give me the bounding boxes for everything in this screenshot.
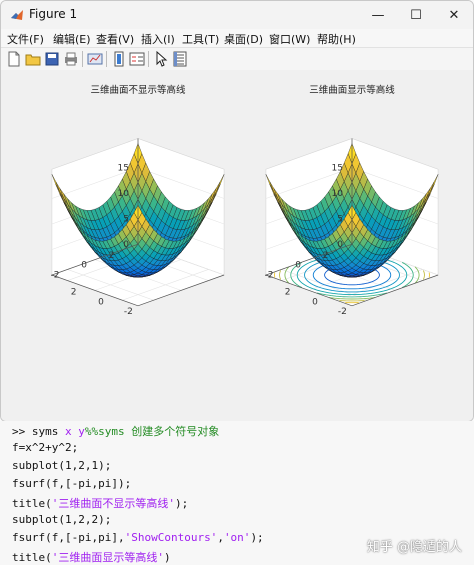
command-window: >> syms x y%%syms 创建多个符号对象 f=x^2+y^2; su…	[0, 421, 474, 565]
code-line-6: subplot(1,2,2);	[12, 513, 112, 526]
title-bar: Figure 1 — ☐ ✕	[1, 1, 473, 29]
left-plot-z-tick-label: 10	[118, 189, 130, 199]
left-plot-y-tick-label: 2	[109, 251, 115, 261]
minimize-button[interactable]: —	[359, 1, 397, 29]
left-plot-title: 三维曲面不显示等高线	[90, 84, 186, 96]
new-figure-icon[interactable]	[6, 51, 22, 67]
figure-canvas: 三维曲面不显示等高线 15 10 5 0 2 0 -2 -2 0 2 三维曲面显示等高线 15 10 5 0 2…	[1, 70, 473, 421]
left-plot-x-tick-label: 2	[71, 288, 77, 298]
left-plot-z-tick-label: 15	[118, 164, 129, 174]
close-button[interactable]: ✕	[435, 1, 473, 29]
code-line-7: fsurf(f,[-pi,pi],'ShowContours','on');	[12, 531, 264, 544]
minimize-icon: —	[371, 7, 385, 23]
figure-window: Figure 1 — ☐ ✕ 文件(F) 编辑(E) 查看(V) 插入(I) 工…	[0, 0, 474, 422]
right-plot-y-tick-label: 2	[323, 251, 329, 261]
menu-insert[interactable]: 插入(I)	[141, 31, 175, 47]
left-plot-y-tick-label: -2	[51, 270, 60, 280]
code-line-1: >> syms x y%%syms 创建多个符号对象	[12, 425, 220, 438]
right-plot-z-tick-label: 10	[332, 189, 344, 199]
left-plot-axes	[50, 138, 225, 307]
menu-desktop[interactable]: 桌面(D)	[224, 31, 263, 47]
menu-file[interactable]: 文件(F)	[7, 31, 44, 47]
right-plot-axes	[264, 138, 439, 307]
insert-colorbar-icon[interactable]	[111, 51, 127, 67]
open-file-icon[interactable]	[25, 51, 41, 67]
toolbar	[1, 47, 473, 71]
left-plot-y-tick-label: 0	[81, 261, 87, 271]
print-icon[interactable]	[63, 51, 79, 67]
right-plot-y-tick-label: -2	[265, 270, 274, 280]
right-plot-title: 三维曲面显示等高线	[309, 84, 395, 96]
menu-window[interactable]: 窗口(W)	[269, 31, 310, 47]
property-editor-icon[interactable]	[172, 51, 188, 67]
right-plot-z-tick-label: 5	[337, 215, 343, 225]
maximize-button[interactable]: ☐	[397, 1, 435, 29]
menu-bar: 文件(F) 编辑(E) 查看(V) 插入(I) 工具(T) 桌面(D) 窗口(W…	[1, 29, 473, 47]
code-line-2: f=x^2+y^2;	[12, 441, 79, 454]
code-line-3: subplot(1,2,1);	[12, 459, 112, 472]
code-line-5: title('三维曲面不显示等高线');	[12, 497, 189, 510]
matlab-logo-icon	[11, 10, 23, 20]
menu-edit[interactable]: 编辑(E)	[53, 31, 91, 47]
toolbar-separator	[106, 51, 107, 67]
right-plot-x-tick-label: -2	[338, 307, 347, 317]
left-plot-z-tick-label: 5	[123, 215, 129, 225]
watermark: 知乎 @隐遁的人	[366, 540, 462, 555]
pointer-icon[interactable]	[153, 51, 169, 67]
right-plot-x-tick-label: 2	[285, 288, 291, 298]
window-title: Figure 1	[29, 7, 78, 21]
left-plot-x-tick-label: -2	[124, 307, 133, 317]
right-plot-y-tick-label: 0	[295, 261, 301, 271]
code-line-8: title('三维曲面显示等高线')	[12, 551, 171, 564]
save-icon[interactable]	[44, 51, 60, 67]
close-icon: ✕	[448, 7, 460, 23]
toolbar-separator	[148, 51, 149, 67]
link-plot-icon[interactable]	[87, 51, 103, 67]
left-plot-x-tick-label: 0	[98, 297, 104, 307]
code-line-4: fsurf(f,[-pi,pi]);	[12, 477, 132, 490]
right-plot-x-tick-label: 0	[312, 297, 318, 307]
menu-tools[interactable]: 工具(T)	[182, 31, 219, 47]
right-plot-z-tick-label: 15	[332, 164, 343, 174]
plot-area[interactable]: 三维曲面不显示等高线15105020-2-202三维曲面显示等高线1510502…	[1, 70, 473, 421]
insert-legend-icon[interactable]	[129, 51, 145, 67]
menu-help[interactable]: 帮助(H)	[317, 31, 356, 47]
maximize-icon: ☐	[410, 7, 422, 23]
left-plot-z-tick-label: 0	[123, 240, 129, 250]
toolbar-separator	[82, 51, 83, 67]
menu-view[interactable]: 查看(V)	[96, 31, 134, 47]
right-plot-z-tick-label: 0	[337, 240, 343, 250]
